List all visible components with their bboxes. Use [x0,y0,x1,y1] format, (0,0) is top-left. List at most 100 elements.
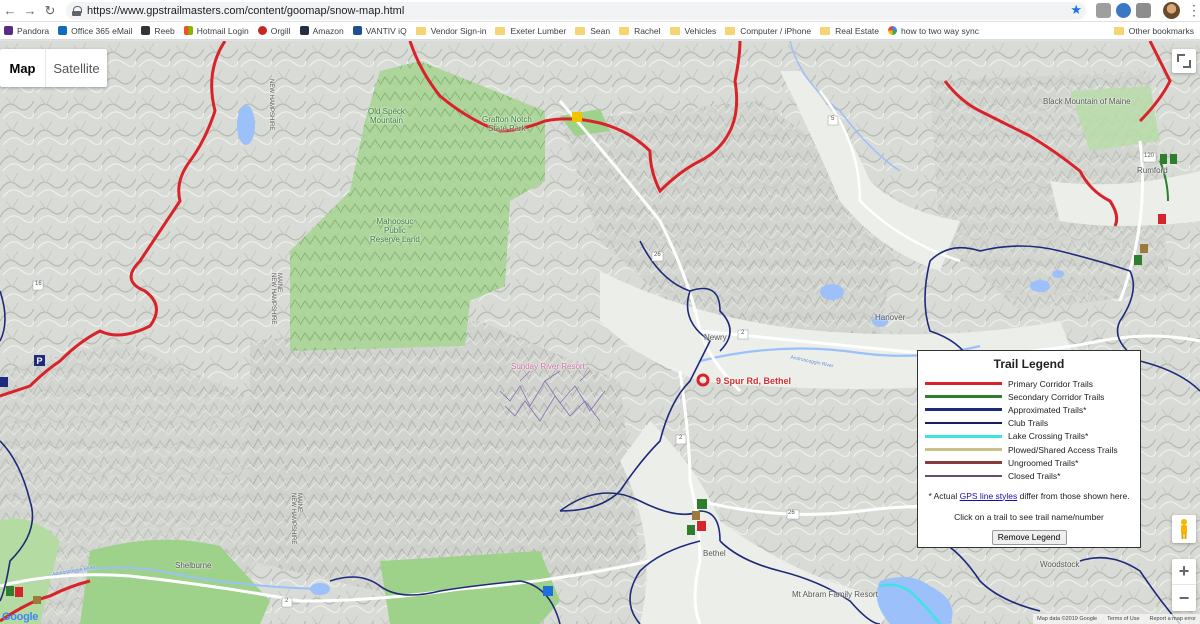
orgill-icon [257,26,267,35]
url-text[interactable]: https://www.gpstrailmasters.com/content/… [87,5,404,17]
gas-icon[interactable] [1170,154,1177,164]
bookmark-label: Amazon [312,25,344,36]
map-canvas[interactable]: P Old Speck Mountain Grafton Notch State… [0,41,1200,624]
gas-icon[interactable] [1160,154,1167,164]
bookmark-item[interactable]: Pandora [4,26,49,36]
bookmark-label: Rachel [634,25,661,36]
fullscreen-icon[interactable] [1172,49,1196,73]
place-label: Grafton Notch State Park [482,115,532,133]
forward-icon[interactable]: → [20,1,40,21]
place-label: Black Mountain of Maine [1043,97,1131,106]
legend-row: Ungroomed Trails* [918,456,1140,469]
food-icon[interactable] [1158,214,1166,224]
poi-icon[interactable] [543,586,553,596]
place-label: Newry [704,333,727,342]
gas-icon[interactable] [687,525,695,535]
zoom-out-button[interactable]: − [1172,585,1196,611]
legend-swatch [925,461,1002,465]
bookmark-star-icon[interactable]: ★ [1070,2,1082,18]
legend-swatch [925,408,1002,412]
folder-icon [820,26,831,35]
bookmark-label: Other bookmarks [1128,26,1194,36]
bookmark-item[interactable]: Amazon [299,25,344,36]
place-label: Old Speck Mountain [368,107,405,125]
lodging-icon[interactable] [33,596,41,604]
bookmark-item[interactable]: Orgill [257,26,291,36]
legend-swatch [925,422,1002,425]
bookmark-item[interactable]: how to two way sync [888,26,979,36]
bookmark-folder[interactable]: Computer / iPhone [725,26,811,36]
extension-icon[interactable] [1136,3,1151,18]
route-number: 16 [35,281,42,287]
folder-icon [1113,27,1124,35]
svg-text:P: P [37,356,43,366]
bookmark-folder[interactable]: Real Estate [820,26,879,36]
gas-icon[interactable] [697,499,707,509]
extension-icon[interactable] [1116,3,1131,18]
folder-icon [575,26,586,35]
other-bookmarks[interactable]: Other bookmarks [1113,26,1194,36]
legend-row: Club Trails [918,417,1140,430]
back-icon[interactable]: ← [0,1,20,21]
browser-toolbar: ← → ↻ https://www.gpstrailmasters.com/co… [0,0,1200,22]
trailhead-icon[interactable] [572,112,582,122]
map-type-map-button[interactable]: Map [0,49,46,87]
bookmark-item[interactable]: Office 365 eMail [58,26,132,36]
destination-label[interactable]: 9 Spur Rd, Bethel [716,376,791,386]
google-icon [888,26,898,35]
zoom-in-button[interactable]: + [1172,559,1196,585]
street-view-pegman-icon[interactable] [1172,515,1196,543]
food-icon[interactable] [15,587,23,597]
legend-label: Lake Crossing Trails* [1008,431,1089,442]
bookmark-folder[interactable]: Exeter Lumber [495,26,566,36]
bookmark-label: Vendor Sign-in [430,25,487,36]
legend-label: Plowed/Shared Access Trails [1008,444,1118,455]
bookmark-item[interactable]: Hotmail Login [183,25,249,36]
legend-swatch [925,474,1002,477]
gps-line-styles-link[interactable]: GPS line styles [960,491,1018,501]
bookmark-folder[interactable]: Rachel [619,25,661,36]
bookmark-label: Sean [590,25,611,36]
gas-icon[interactable] [1134,255,1142,265]
pandora-icon [4,26,13,35]
legend-swatch [925,395,1002,399]
bookmark-label: Real Estate [835,25,880,36]
folder-icon [495,26,506,35]
bookmark-folder[interactable]: Vendor Sign-in [415,25,487,36]
poi-icon[interactable] [0,377,8,387]
lodging-icon[interactable] [1140,244,1148,253]
reeb-icon [141,26,151,35]
gas-icon[interactable] [6,586,14,596]
food-icon[interactable] [697,521,706,531]
reload-icon[interactable]: ↻ [40,1,60,21]
remove-legend-button[interactable]: Remove Legend [991,529,1067,545]
terms-link[interactable]: Terms of Use [1107,616,1139,622]
bookmark-label: Hotmail Login [196,25,249,36]
legend-label: Secondary Corridor Trails [1008,391,1105,402]
place-label: Shelburne [175,561,212,570]
google-logo-text: Google [2,611,39,623]
address-bar[interactable]: https://www.gpstrailmasters.com/content/… [66,2,1086,20]
legend-label: Approximated Trails* [1008,404,1087,415]
report-error-link[interactable]: Report a map error [1150,616,1196,622]
map-attribution: Map data ©2019 Google Terms of Use Repor… [1033,614,1200,624]
menu-icon[interactable]: ⋮ [1187,2,1200,18]
map-type-satellite-button[interactable]: Satellite [46,49,107,87]
vantiv-icon [352,26,362,35]
lodging-icon[interactable] [692,511,700,520]
bookmark-folder[interactable]: Vehicles [669,26,716,36]
profile-avatar[interactable] [1163,2,1180,19]
legend-row: Secondary Corridor Trails [918,390,1140,403]
legend-row: Approximated Trails* [918,403,1140,416]
folder-icon [619,26,630,35]
route-number: 26 [654,252,661,258]
legend-note-text: * Actual [928,490,960,501]
bookmark-folder[interactable]: Sean [575,26,610,36]
bookmark-label: Reeb [154,25,175,36]
folder-icon [415,26,426,35]
extension-icon[interactable] [1096,3,1111,18]
bookmark-item[interactable]: Reeb [141,25,175,36]
bookmark-item[interactable]: VANTIV iQ [352,26,407,36]
zoom-control: + − [1172,559,1196,611]
route-number: 2 [741,330,745,336]
